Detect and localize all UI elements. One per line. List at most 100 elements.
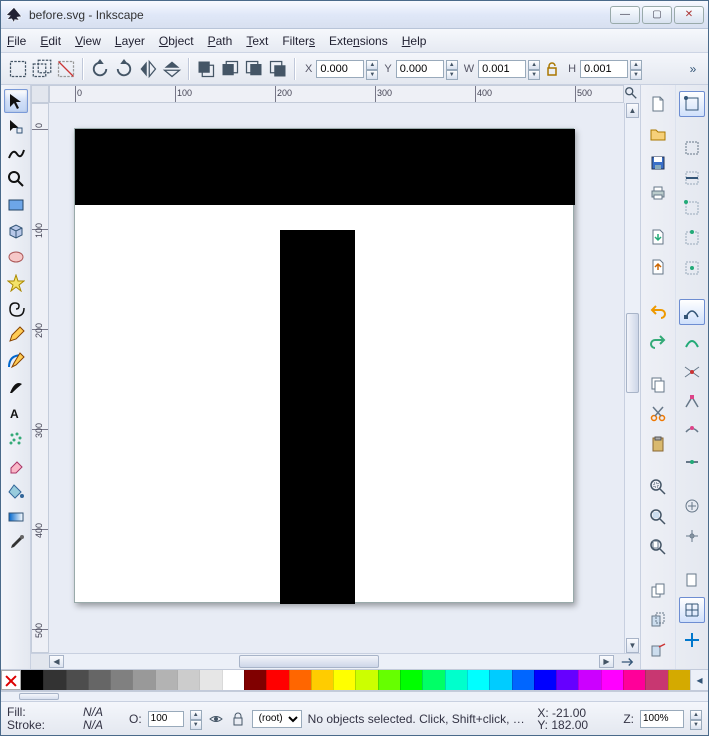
toolbar-overflow-icon[interactable]: » [684, 58, 702, 80]
layer-selector[interactable]: (root) [252, 710, 302, 728]
vertical-scrollbar[interactable]: ▲ ▼ [624, 103, 640, 653]
titlebar[interactable]: before.svg - Inkscape — ▢ ✕ [1, 1, 708, 29]
ruler-vertical[interactable]: 0100200300400500 [31, 103, 49, 653]
cut-icon[interactable] [645, 401, 671, 427]
maximize-button[interactable]: ▢ [642, 6, 672, 24]
snap-path-icon[interactable] [679, 329, 705, 355]
snap-bbox-midpoint-icon[interactable] [679, 225, 705, 251]
opacity-spinner[interactable]: ▲▼ [190, 710, 202, 728]
redo-icon[interactable] [645, 327, 671, 353]
ellipse-tool-icon[interactable] [4, 245, 28, 269]
palette-menu-icon[interactable]: ◂ [690, 670, 708, 690]
menu-help[interactable]: Help [402, 34, 427, 48]
black-rect-horizontal[interactable] [75, 129, 575, 205]
eraser-tool-icon[interactable] [4, 453, 28, 477]
y-input[interactable] [396, 60, 444, 78]
close-button[interactable]: ✕ [674, 6, 704, 24]
swatch[interactable] [601, 670, 623, 690]
x-spinner[interactable]: ▲▼ [366, 60, 378, 78]
snap-bbox-edge-icon[interactable] [679, 165, 705, 191]
bucket-tool-icon[interactable] [4, 479, 28, 503]
snap-enable-icon[interactable] [679, 91, 705, 117]
gradient-tool-icon[interactable] [4, 505, 28, 529]
opacity-input[interactable] [148, 711, 184, 727]
raise-icon[interactable] [219, 58, 241, 80]
minimize-button[interactable]: — [610, 6, 640, 24]
flip-v-icon[interactable] [161, 58, 183, 80]
swatch[interactable] [266, 670, 288, 690]
x-input[interactable] [316, 60, 364, 78]
undo-icon[interactable] [645, 298, 671, 324]
print-icon[interactable] [645, 180, 671, 206]
swatch[interactable] [623, 670, 645, 690]
export-icon[interactable] [645, 254, 671, 280]
swatch[interactable] [177, 670, 199, 690]
pencil-tool-icon[interactable] [4, 323, 28, 347]
lock-aspect-icon[interactable] [544, 61, 560, 77]
snap-grid-icon[interactable] [679, 597, 705, 623]
swatch[interactable] [645, 670, 667, 690]
swatch[interactable] [199, 670, 221, 690]
swatch[interactable] [556, 670, 578, 690]
snap-smooth-icon[interactable] [679, 419, 705, 445]
snap-rotation-center-icon[interactable] [679, 523, 705, 549]
snap-center-obj-icon[interactable] [679, 493, 705, 519]
snap-bbox-center-icon[interactable] [679, 255, 705, 281]
zoom-input[interactable] [640, 710, 684, 728]
h-spinner[interactable]: ▲▼ [630, 60, 642, 78]
swatch[interactable] [400, 670, 422, 690]
text-tool-icon[interactable]: A [4, 401, 28, 425]
swatch[interactable] [668, 670, 690, 690]
new-doc-icon[interactable] [645, 91, 671, 117]
spray-tool-icon[interactable] [4, 427, 28, 451]
menu-file[interactable]: File [7, 34, 26, 48]
flip-h-icon[interactable] [137, 58, 159, 80]
zoom-tool-icon[interactable] [4, 167, 28, 191]
star-tool-icon[interactable] [4, 271, 28, 295]
swatch[interactable] [88, 670, 110, 690]
swatch[interactable] [244, 670, 266, 690]
zoom-fit-selection-icon[interactable] [645, 474, 671, 500]
swatch[interactable] [155, 670, 177, 690]
raise-top-icon[interactable] [195, 58, 217, 80]
swatch[interactable] [467, 670, 489, 690]
node-tool-icon[interactable] [4, 115, 28, 139]
bezier-tool-icon[interactable] [4, 349, 28, 373]
swatch[interactable] [512, 670, 534, 690]
menu-edit[interactable]: Edit [40, 34, 61, 48]
layer-lock-icon[interactable] [230, 711, 246, 727]
menu-path[interactable]: Path [208, 34, 233, 48]
swatch[interactable] [110, 670, 132, 690]
clone-icon[interactable] [645, 607, 671, 633]
snap-bbox-icon[interactable] [679, 135, 705, 161]
swatch[interactable] [445, 670, 467, 690]
swatch[interactable] [311, 670, 333, 690]
snap-line-midpoint-icon[interactable] [679, 449, 705, 475]
zoom-spinner[interactable]: ▲▼ [690, 710, 702, 728]
box3d-tool-icon[interactable] [4, 219, 28, 243]
spiral-tool-icon[interactable] [4, 297, 28, 321]
menu-view[interactable]: View [75, 34, 101, 48]
nofill-swatch[interactable] [1, 670, 21, 690]
canvas-viewport[interactable] [49, 103, 624, 653]
swatch[interactable] [355, 670, 377, 690]
rect-tool-icon[interactable] [4, 193, 28, 217]
swatch[interactable] [578, 670, 600, 690]
zoom-page-icon[interactable] [622, 84, 640, 102]
snap-bbox-corner-icon[interactable] [679, 195, 705, 221]
swatch[interactable] [489, 670, 511, 690]
w-spinner[interactable]: ▲▼ [528, 60, 540, 78]
menu-text[interactable]: Text [246, 34, 268, 48]
dropper-tool-icon[interactable] [4, 531, 28, 555]
deselect-icon[interactable] [55, 58, 77, 80]
copy-icon[interactable] [645, 371, 671, 397]
horizontal-scroll-thumb[interactable] [239, 655, 379, 668]
paste-icon[interactable] [645, 431, 671, 457]
menu-object[interactable]: Object [159, 34, 194, 48]
w-input[interactable] [478, 60, 526, 78]
menu-filters[interactable]: Filters [282, 34, 315, 48]
rotate-cw-icon[interactable] [113, 58, 135, 80]
select-all-layers-icon[interactable] [31, 58, 53, 80]
horizontal-scrollbar[interactable]: ◀ ▶ [49, 654, 614, 669]
import-icon[interactable] [645, 224, 671, 250]
